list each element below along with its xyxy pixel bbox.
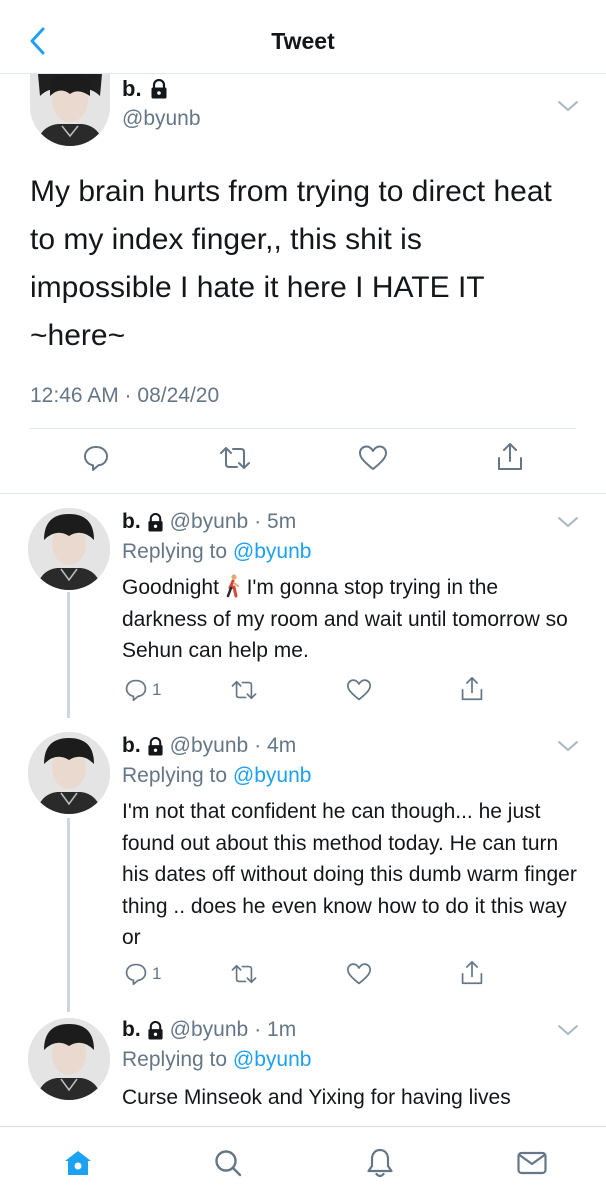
replying-to-link[interactable]: @byunb bbox=[233, 540, 312, 563]
display-name[interactable]: b. bbox=[122, 76, 168, 102]
replying-label: Replying to bbox=[122, 1048, 228, 1071]
avatar[interactable] bbox=[28, 732, 110, 814]
replying-to-link[interactable]: @byunb bbox=[233, 1048, 312, 1071]
reply-tweet[interactable]: b. @byunb · 4m Replying to @byunb I'm no… bbox=[0, 718, 606, 1008]
reply-button[interactable]: 1 bbox=[124, 678, 161, 702]
tweet-actions bbox=[0, 438, 606, 482]
tweet-text: My brain hurts from trying to direct hea… bbox=[30, 175, 552, 352]
reply-tweet[interactable]: b. @byunb · 5m Replying to @byunb Goodni… bbox=[0, 494, 606, 726]
display-name[interactable]: b. bbox=[122, 734, 141, 758]
share-button[interactable] bbox=[460, 960, 484, 986]
avatar[interactable] bbox=[30, 74, 110, 146]
display-name[interactable]: b. bbox=[122, 510, 141, 534]
retweet-icon bbox=[231, 680, 257, 700]
lock-icon bbox=[148, 736, 163, 755]
search-icon bbox=[215, 1150, 242, 1177]
home-icon bbox=[65, 1151, 91, 1175]
share-icon bbox=[498, 443, 522, 470]
replying-to: Replying to @byunb bbox=[122, 540, 311, 564]
tab-notifications[interactable] bbox=[362, 1145, 398, 1181]
top-bar: Tweet bbox=[0, 0, 606, 74]
bottom-tab-bar bbox=[0, 1126, 606, 1200]
reply-icon bbox=[125, 679, 147, 702]
tweet-text: Goodnight I'm gonna stop trying in the d… bbox=[122, 572, 582, 667]
reply-header: b. @byunb · 4m bbox=[122, 734, 296, 758]
chevron-down-icon[interactable] bbox=[556, 514, 580, 530]
like-button[interactable] bbox=[346, 962, 372, 986]
avatar[interactable] bbox=[28, 1018, 110, 1100]
tab-messages[interactable] bbox=[514, 1145, 550, 1181]
reply-tweet[interactable]: b. @byunb · 1m Replying to @byunb Curse … bbox=[0, 1004, 606, 1126]
share-button[interactable] bbox=[496, 442, 524, 472]
reply-icon bbox=[84, 446, 108, 471]
retweet-button[interactable] bbox=[218, 444, 252, 472]
divider bbox=[30, 428, 576, 429]
share-button[interactable] bbox=[460, 676, 484, 702]
share-icon bbox=[461, 960, 483, 985]
relative-time: · 5m bbox=[254, 510, 297, 533]
lock-icon bbox=[148, 1020, 163, 1039]
reply-button[interactable] bbox=[82, 444, 110, 472]
page-title: Tweet bbox=[271, 28, 335, 54]
retweet-button[interactable] bbox=[230, 962, 258, 986]
tweet-text-part: Goodnight bbox=[122, 576, 225, 599]
username[interactable]: @byunb bbox=[170, 510, 249, 534]
timestamp[interactable]: 12:46 AM · 08/24/20 bbox=[30, 384, 219, 408]
username[interactable]: @byunb bbox=[122, 107, 201, 131]
replying-to: Replying to @byunb bbox=[122, 1048, 311, 1072]
replying-label: Replying to bbox=[122, 764, 228, 787]
tab-home[interactable] bbox=[60, 1145, 96, 1181]
lock-icon bbox=[148, 512, 163, 531]
reply-icon bbox=[125, 963, 147, 986]
relative-time: · 1m bbox=[254, 1018, 297, 1041]
retweet-button[interactable] bbox=[230, 678, 258, 702]
chevron-down-icon[interactable] bbox=[556, 738, 580, 754]
heart-icon bbox=[347, 679, 371, 701]
tweet-text: I'm not that confident he can though... … bbox=[122, 800, 577, 949]
lock-icon bbox=[151, 79, 167, 99]
like-button[interactable] bbox=[358, 444, 388, 472]
heart-icon bbox=[359, 445, 387, 470]
tweet-text: Curse Minseok and Yixing for having live… bbox=[122, 1086, 511, 1109]
main-tweet: b. @byunb My brain hurts from trying to … bbox=[0, 74, 606, 494]
display-name-text: b. bbox=[122, 76, 142, 101]
reply-count: 1 bbox=[152, 964, 162, 983]
chevron-down-icon[interactable] bbox=[556, 1022, 580, 1038]
username[interactable]: @byunb bbox=[170, 1018, 249, 1042]
reply-header: b. @byunb · 5m bbox=[122, 510, 296, 534]
replying-to-link[interactable]: @byunb bbox=[233, 764, 312, 787]
reply-count: 1 bbox=[152, 680, 162, 699]
retweet-icon bbox=[220, 447, 250, 469]
username[interactable]: @byunb bbox=[170, 734, 249, 758]
messages-icon bbox=[517, 1151, 547, 1175]
walking-person-icon bbox=[226, 574, 239, 598]
chevron-down-icon[interactable] bbox=[556, 98, 580, 114]
avatar[interactable] bbox=[28, 508, 110, 590]
retweet-icon bbox=[231, 964, 257, 984]
like-button[interactable] bbox=[346, 678, 372, 702]
heart-icon bbox=[347, 963, 371, 985]
tab-search[interactable] bbox=[210, 1145, 246, 1181]
display-name[interactable]: b. bbox=[122, 1018, 141, 1042]
relative-time: · 4m bbox=[254, 734, 297, 757]
share-icon bbox=[461, 676, 483, 701]
notifications-icon bbox=[367, 1148, 393, 1178]
reply-button[interactable]: 1 bbox=[124, 962, 161, 986]
replying-to: Replying to @byunb bbox=[122, 764, 311, 788]
reply-header: b. @byunb · 1m bbox=[122, 1018, 296, 1042]
replying-label: Replying to bbox=[122, 540, 228, 563]
